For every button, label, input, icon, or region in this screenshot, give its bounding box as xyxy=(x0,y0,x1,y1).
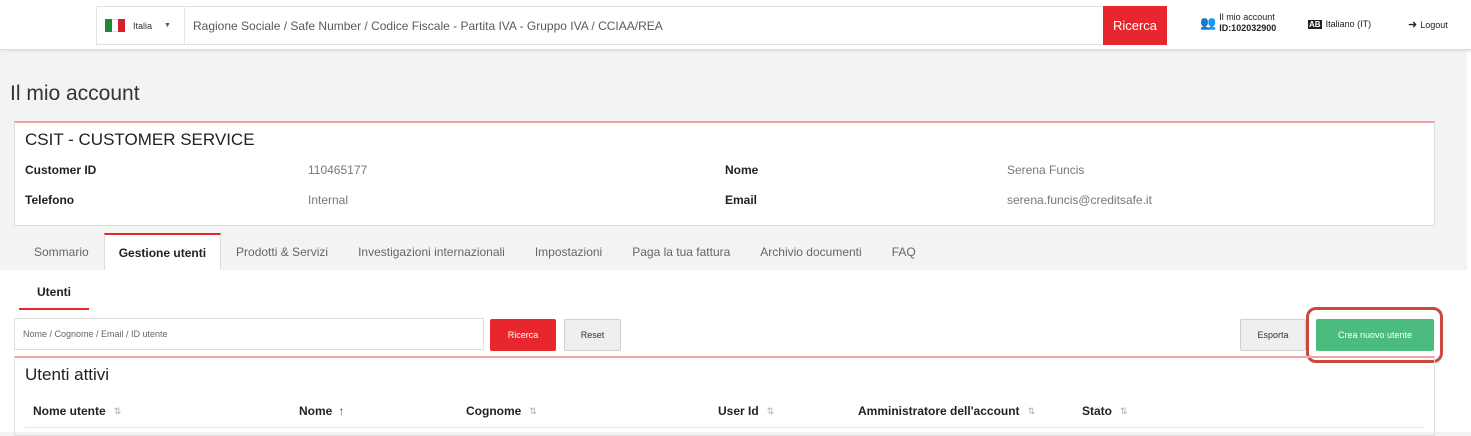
tab-impostazioni[interactable]: Impostazioni xyxy=(520,233,617,271)
sort-icon: ⇅ xyxy=(113,405,122,416)
user-filter-input[interactable] xyxy=(14,318,484,350)
global-search-box: Italia ▼ Ricerca xyxy=(96,6,1167,45)
page-scrollbar[interactable] xyxy=(1467,52,1471,432)
column-nome-utente[interactable]: Nome utente ⇅ xyxy=(33,404,121,418)
global-search-input[interactable] xyxy=(185,7,1103,44)
telefono-value: Internal xyxy=(308,193,349,207)
logout-icon: ➜ xyxy=(1408,19,1418,31)
account-id: ID:102032900 xyxy=(1219,23,1277,33)
sort-icon: ⇅ xyxy=(1120,405,1128,416)
logout-link[interactable]: ➜ Logout xyxy=(1408,18,1448,31)
user-search-button[interactable]: Ricerca xyxy=(490,319,556,351)
column-amministratore[interactable]: Amministratore dell'account ⇅ xyxy=(858,404,1035,418)
customer-card: CSIT - CUSTOMER SERVICE Customer ID 1104… xyxy=(14,121,1435,226)
subtab-utenti[interactable]: Utenti xyxy=(20,285,88,299)
customer-id-label: Customer ID xyxy=(25,163,97,177)
tab-archivio-documenti[interactable]: Archivio documenti xyxy=(745,233,876,271)
email-label: Email xyxy=(725,193,758,207)
account-label: Il mio account xyxy=(1219,12,1275,22)
tab-prodotti-servizi[interactable]: Prodotti & Servizi xyxy=(221,233,343,271)
customer-id-value: 110465177 xyxy=(308,163,368,177)
tab-gestione-utenti[interactable]: Gestione utenti xyxy=(103,233,222,271)
tab-sommario[interactable]: Sommario xyxy=(19,233,104,271)
sort-icon: ⇅ xyxy=(529,405,537,416)
my-account-link[interactable]: 👥 Il mio account ID:102032900 xyxy=(1200,12,1276,34)
column-nome[interactable]: Nome ↑ xyxy=(299,404,344,418)
subtab-active-indicator xyxy=(19,308,89,310)
sort-icon: ⇅ xyxy=(766,405,775,416)
column-user-id[interactable]: User Id ⇅ xyxy=(718,404,774,418)
sort-ascending-icon: ↑ xyxy=(338,404,345,418)
telefono-label: Telefono xyxy=(25,193,75,207)
header-divider xyxy=(25,427,1425,428)
sort-icon: ⇅ xyxy=(1027,405,1036,416)
column-cognome[interactable]: Cognome ⇅ xyxy=(466,404,537,418)
global-search-button[interactable]: Ricerca xyxy=(1103,6,1167,45)
column-stato[interactable]: Stato ⇅ xyxy=(1082,404,1128,418)
customer-name: CSIT - CUSTOMER SERVICE xyxy=(25,130,255,149)
tab-faq[interactable]: FAQ xyxy=(877,233,931,271)
logout-label: Logout xyxy=(1420,19,1448,30)
reset-button[interactable]: Reset xyxy=(564,319,621,351)
nome-label: Nome xyxy=(725,163,759,177)
active-users-section: Utenti attivi Nome utente ⇅ Nome ↑ Cognome… xyxy=(14,356,1435,436)
export-button[interactable]: Esporta xyxy=(1240,319,1306,351)
tab-paga-fattura[interactable]: Paga la tua fattura xyxy=(617,233,745,271)
italy-flag-icon xyxy=(105,19,126,32)
users-panel: Utenti Ricerca Reset Esporta Crea nuovo … xyxy=(0,270,1471,436)
language-icon: AB xyxy=(1308,19,1322,29)
page-title: Il mio account xyxy=(10,82,140,105)
users-gear-icon: 👥 xyxy=(1200,15,1217,30)
nome-value: Serena Funcis xyxy=(1007,163,1085,177)
email-value: serena.funcis@creditsafe.it xyxy=(1007,193,1152,207)
active-users-title: Utenti attivi xyxy=(25,365,110,384)
tab-investigazioni-internazionali[interactable]: Investigazioni internazionali xyxy=(343,233,520,271)
top-bar: Italia ▼ Ricerca 👥 Il mio account ID:102… xyxy=(0,0,1471,50)
highlight-annotation xyxy=(1306,307,1443,363)
country-name: Italia xyxy=(133,20,153,31)
account-tabs: Sommario Gestione utenti Prodotti & Serv… xyxy=(19,233,931,271)
country-selector[interactable]: Italia ▼ xyxy=(97,7,185,44)
language-selector[interactable]: AB Italiano (IT) xyxy=(1308,19,1371,29)
language-label: Italiano (IT) xyxy=(1325,19,1372,29)
caret-down-icon: ▼ xyxy=(164,22,171,29)
